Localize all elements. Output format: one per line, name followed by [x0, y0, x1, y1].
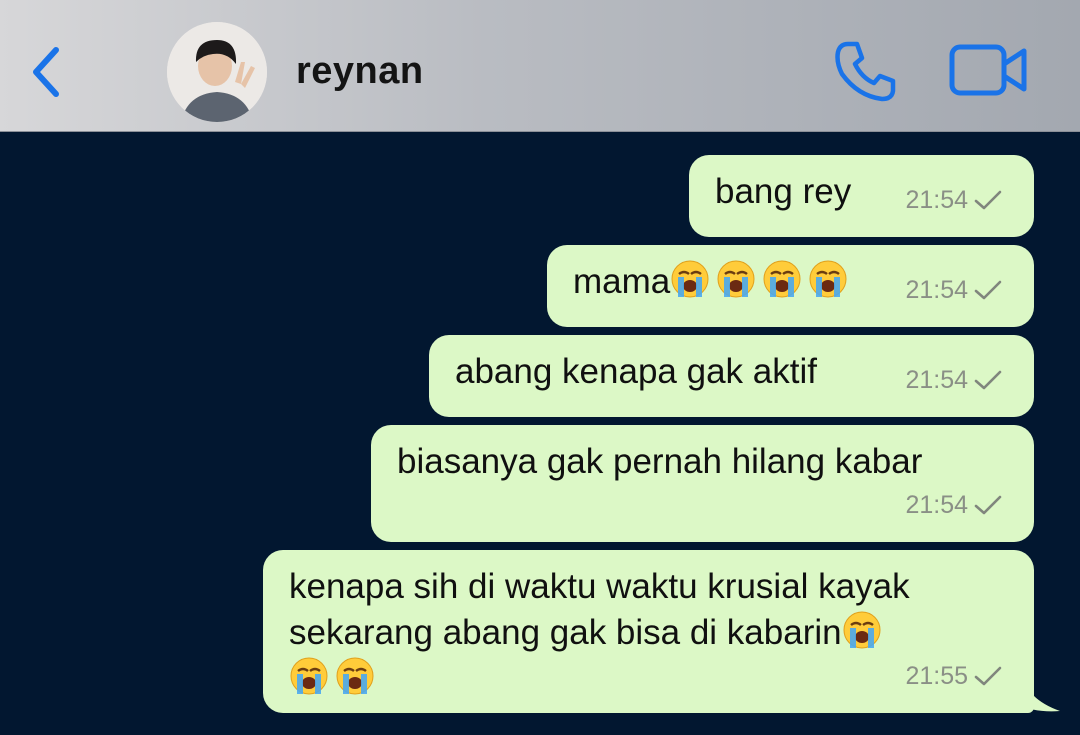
message-time: 21:54 [905, 491, 968, 519]
check-icon [974, 665, 1002, 687]
crying-face-icon [670, 259, 710, 299]
message-text: biasanya gak pernah hilang kabar [397, 442, 923, 481]
message-text-row: sekarang abang gak bisa di kabarin [289, 610, 1010, 656]
message-meta: 21:54 [905, 177, 1002, 223]
check-icon [974, 279, 1002, 301]
contact-photo [167, 22, 267, 122]
crying-face-icon [335, 656, 375, 696]
video-camera-icon [949, 44, 1027, 96]
crying-face-icon [842, 610, 882, 650]
message-meta: 21:54 [905, 357, 1002, 403]
voice-call-button[interactable] [832, 38, 898, 104]
check-icon [974, 189, 1002, 211]
message-meta: 21:54 [905, 482, 1002, 528]
message-bubble[interactable]: abang kenapa gak aktif 21:54 [429, 335, 1034, 417]
bubble-tail [1014, 673, 1060, 712]
chat-header: reynan [0, 0, 1080, 132]
message-text: mama [573, 262, 671, 301]
crying-face-icon [762, 259, 802, 299]
message-bubble[interactable]: biasanya gak pernah hilang kabar 21:54 [371, 425, 1034, 542]
message-meta: 21:54 [905, 267, 1002, 313]
phone-icon [835, 41, 896, 102]
message-text: kenapa sih di waktu waktu krusial kayak [289, 567, 910, 606]
message-text: sekarang abang gak bisa di kabarin [289, 613, 842, 652]
message-time: 21:54 [905, 276, 968, 304]
message-emoji-row [289, 656, 1010, 702]
avatar[interactable] [167, 22, 267, 122]
check-icon [974, 369, 1002, 391]
message-bubble[interactable]: kenapa sih di waktu waktu krusial kayak … [263, 550, 1034, 713]
message-list[interactable]: bang rey 21:54 mama 21:54 abang kenapa g… [0, 132, 1080, 735]
message-meta: 21:55 [905, 653, 1002, 699]
back-button[interactable] [18, 38, 74, 106]
contact-name[interactable]: reynan [296, 50, 424, 93]
chevron-left-icon [33, 47, 59, 97]
video-call-button[interactable] [948, 42, 1030, 98]
message-time: 21:54 [905, 366, 968, 394]
check-icon [974, 494, 1002, 516]
message-bubble[interactable]: bang rey 21:54 [689, 155, 1034, 237]
message-time: 21:55 [905, 662, 968, 690]
crying-face-icon [289, 656, 329, 696]
message-time: 21:54 [905, 186, 968, 214]
crying-face-icon [716, 259, 756, 299]
crying-face-icon [808, 259, 848, 299]
message-bubble[interactable]: mama 21:54 [547, 245, 1034, 327]
